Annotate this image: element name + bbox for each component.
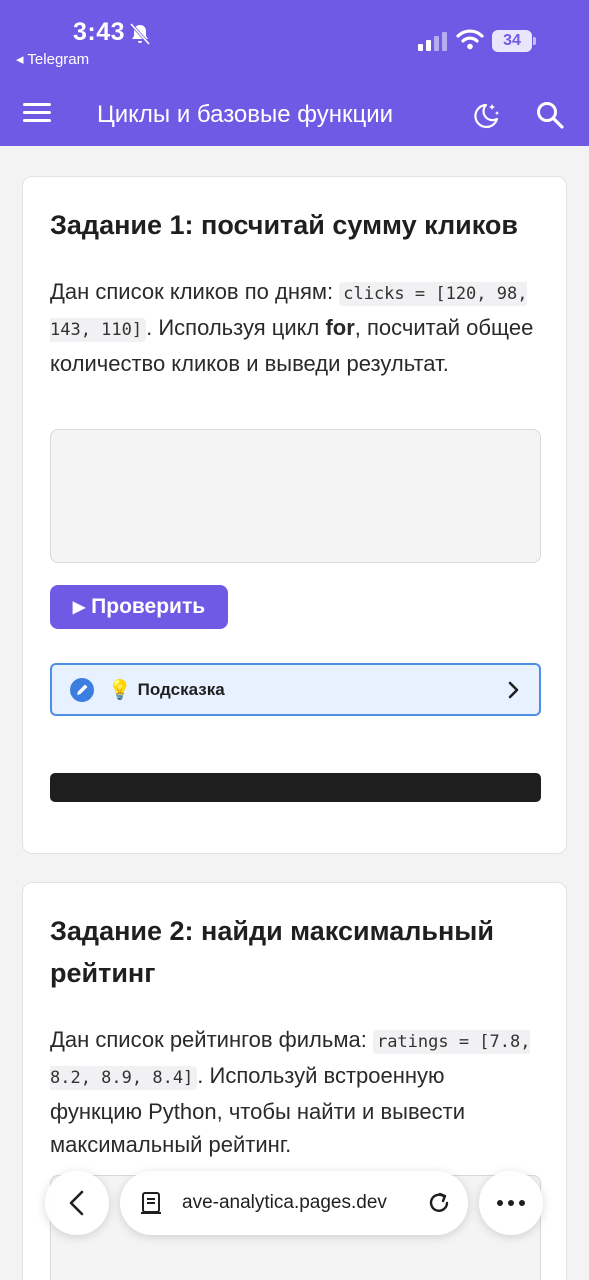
wifi-icon xyxy=(456,29,484,50)
pencil-icon xyxy=(70,677,94,702)
moon-stars-icon[interactable] xyxy=(470,100,502,132)
back-to-telegram-link[interactable]: ◂ Telegram xyxy=(16,50,89,68)
task-title: Задание 1: посчитай сумму кликов xyxy=(50,210,519,240)
battery-tip xyxy=(533,37,536,45)
more-options-button[interactable] xyxy=(479,1171,543,1235)
address-bar[interactable]: ave-analytica.pages.dev xyxy=(120,1171,468,1235)
task-card-1: Задание 1: посчитай сумму кликов Дан спи… xyxy=(22,176,567,854)
page-title: Циклы и базовые функции xyxy=(97,101,394,128)
task-text-part: . Используя цикл xyxy=(146,315,326,340)
more-dots-icon xyxy=(497,1200,525,1206)
keyword: for xyxy=(325,315,355,340)
url-text: ave-analytica.pages.dev xyxy=(182,1192,387,1213)
play-icon: ▶ xyxy=(72,599,86,616)
bell-muted-icon xyxy=(129,22,151,46)
check-button-label: Проверить xyxy=(91,595,206,618)
check-button[interactable]: ▶ Проверить xyxy=(50,585,228,629)
output-console xyxy=(50,773,541,802)
chevron-left-icon xyxy=(69,1190,84,1216)
reload-icon[interactable] xyxy=(426,1190,452,1216)
search-icon[interactable] xyxy=(535,100,565,130)
battery-indicator: 34 xyxy=(492,30,536,52)
browser-back-button[interactable] xyxy=(45,1171,109,1235)
task-text-part: Дан список кликов по дням: xyxy=(50,279,340,304)
browser-toolbar: ave-analytica.pages.dev xyxy=(0,1160,589,1280)
battery-level: 34 xyxy=(492,30,532,52)
status-time: 3:43 xyxy=(73,18,126,46)
code-answer-input[interactable] xyxy=(50,429,541,563)
page-icon xyxy=(141,1192,161,1214)
hamburger-menu-icon[interactable] xyxy=(23,100,51,124)
hint-label: Подсказка xyxy=(137,679,225,699)
cell-signal-icon xyxy=(418,32,447,51)
chevron-right-icon xyxy=(508,681,519,699)
task-text-part: Дан список рейтингов фильма: xyxy=(50,1027,373,1052)
task-title: Задание 2: найди максимальный рейтинг xyxy=(50,916,494,988)
hint-toggle[interactable]: 💡 Подсказка xyxy=(50,663,541,716)
app-header: 3:43 ◂ Telegram 34 Циклы и базовые функц… xyxy=(0,0,589,146)
task-description: Дан список рейтингов фильма: ratings = [… xyxy=(50,1023,542,1161)
task-description: Дан список кликов по дням: clicks = [120… xyxy=(50,275,542,380)
lightbulb-icon: 💡 xyxy=(108,679,132,701)
